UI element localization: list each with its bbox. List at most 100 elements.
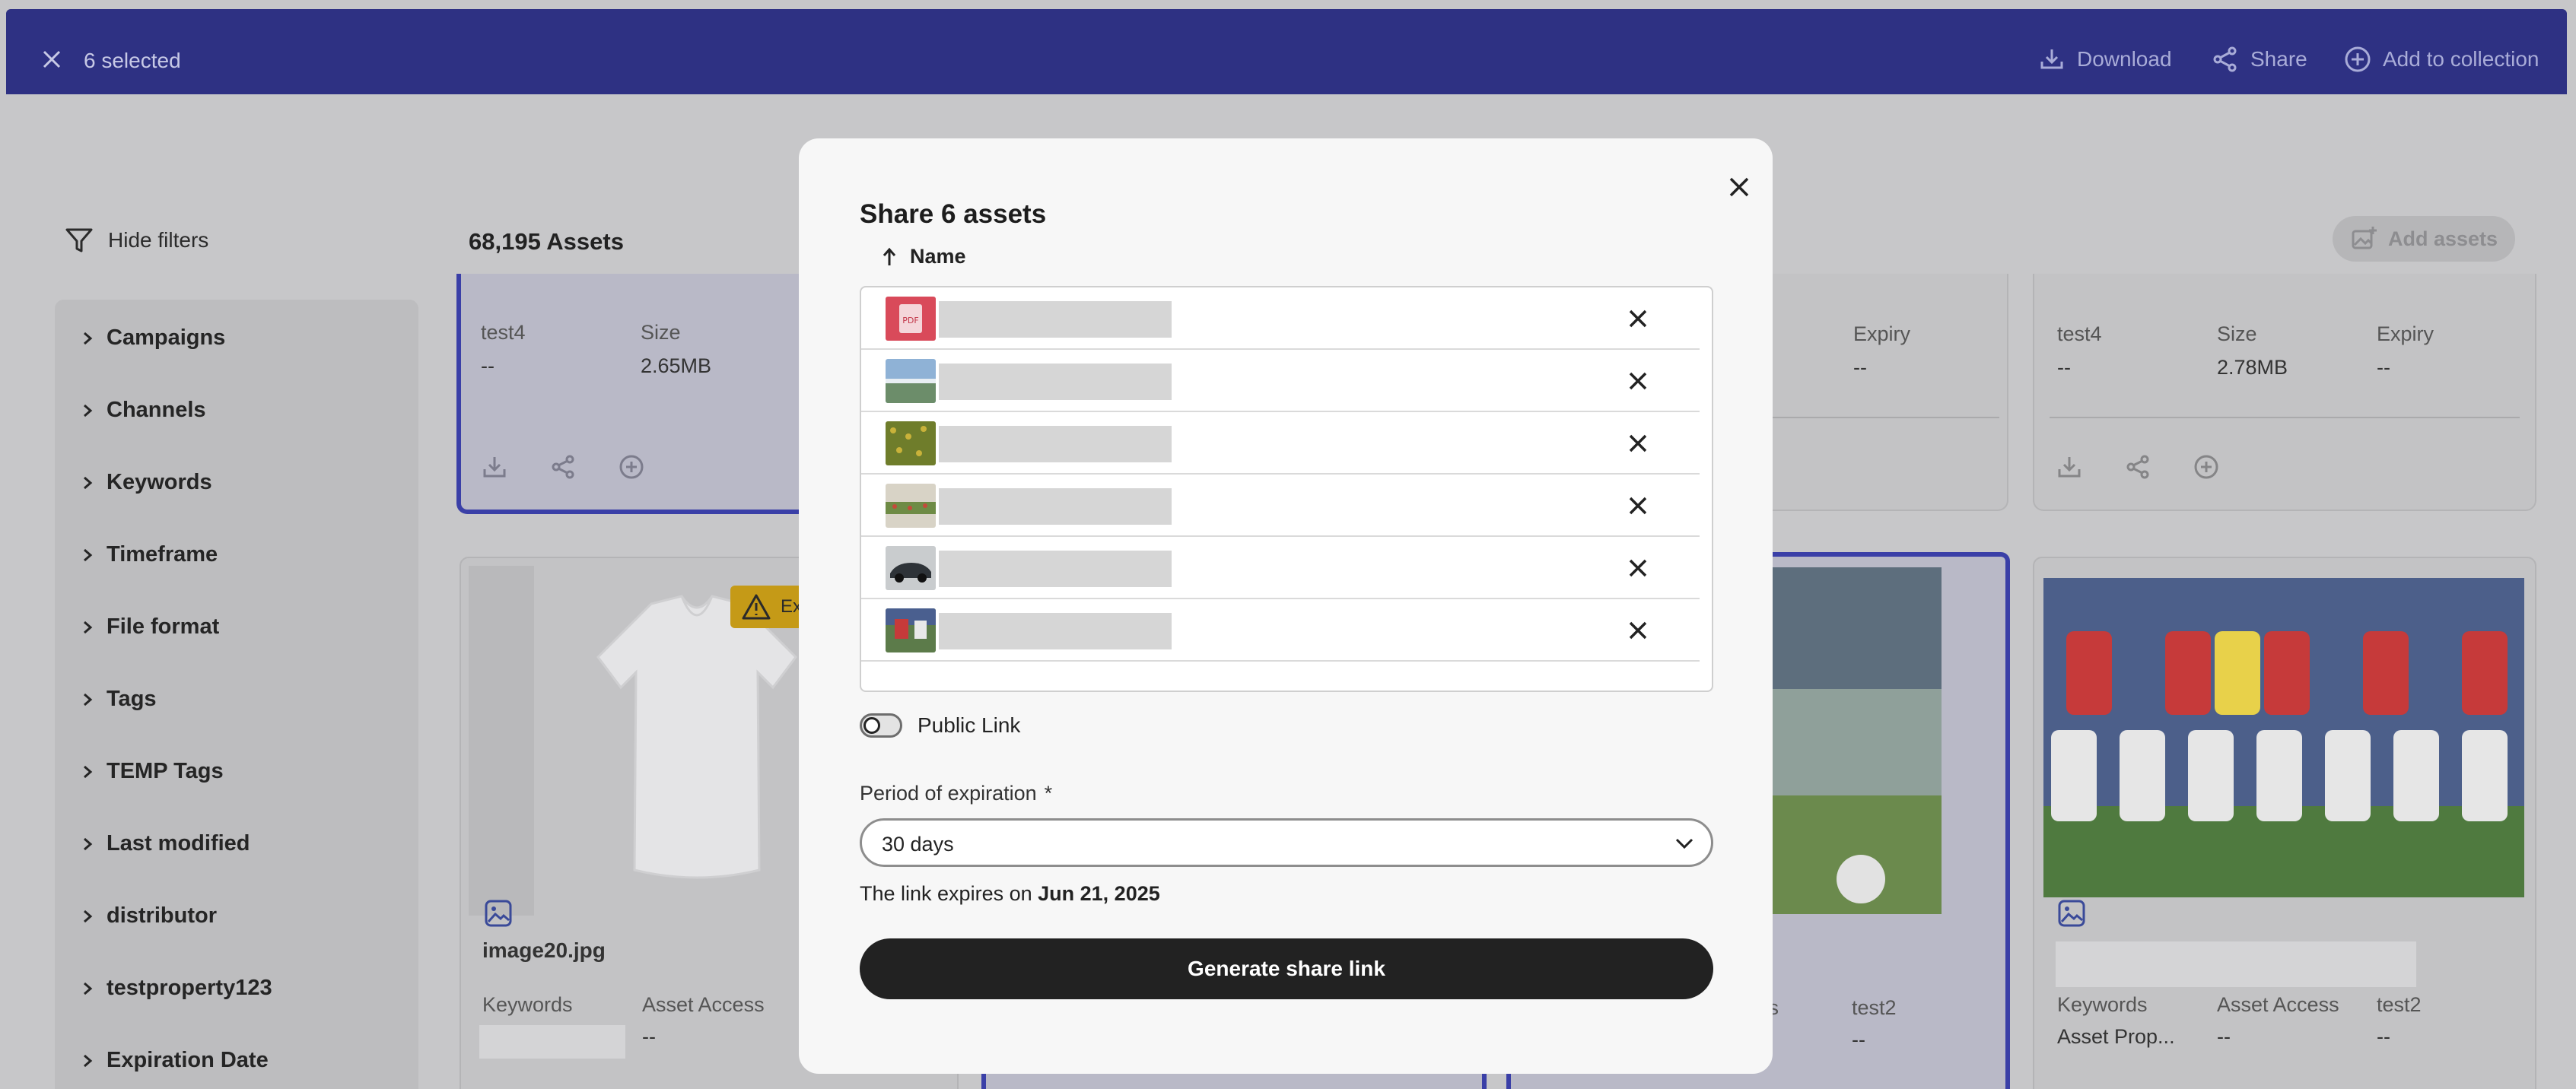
filter-expiration-date[interactable]: Expiration Date	[81, 1048, 269, 1073]
share-icon[interactable]	[549, 453, 577, 481]
image-type-icon	[485, 900, 512, 927]
generate-share-link-button[interactable]: Generate share link	[860, 938, 1713, 999]
remove-asset-button[interactable]	[1622, 490, 1654, 522]
close-icon	[1629, 310, 1647, 328]
filter-channels[interactable]: Channels	[81, 398, 206, 423]
sort-label: Name	[910, 245, 966, 268]
meta-label: Expiry	[2377, 322, 2434, 345]
chevron-right-icon	[84, 1054, 93, 1067]
sort-by-name-header[interactable]: Name	[881, 245, 966, 268]
add-image-icon	[2352, 227, 2377, 249]
meta-label: Size	[2217, 322, 2257, 345]
download-icon	[2040, 49, 2063, 69]
filter-temp-tags[interactable]: TEMP Tags	[81, 759, 224, 784]
hide-filters-label: Hide filters	[108, 228, 209, 252]
hide-filters-button[interactable]: Hide filters	[64, 225, 208, 256]
meta-value: --	[2377, 356, 2390, 379]
meta-label: Keywords	[2057, 993, 2148, 1016]
meta-label: test2	[2377, 993, 2422, 1016]
meta-label: Asset Access	[2217, 993, 2339, 1016]
add-circle-icon	[2345, 46, 2371, 72]
add-circle-icon[interactable]	[618, 453, 645, 481]
close-icon	[1729, 177, 1749, 197]
filter-campaigns[interactable]: Campaigns	[81, 325, 225, 351]
required-mark: *	[1044, 782, 1053, 805]
list-item	[861, 412, 1700, 475]
asset-card[interactable]: Keywords Asset Prop... Asset Access -- t…	[2033, 557, 2536, 1089]
remove-asset-button[interactable]	[1622, 303, 1654, 335]
filename-placeholder	[2056, 941, 2416, 987]
filter-timeframe[interactable]: Timeframe	[81, 542, 218, 567]
asset-list: PDF	[860, 286, 1713, 692]
close-icon	[1629, 497, 1647, 515]
expiration-period-select[interactable]: 30 days	[860, 818, 1713, 867]
meta-label: test4	[2057, 322, 2102, 345]
meta-label: test2	[1852, 996, 1897, 1019]
list-item	[861, 599, 1700, 662]
asset-name-placeholder	[939, 301, 1172, 338]
add-to-collection-button[interactable]: Add to collection	[2343, 44, 2539, 75]
filter-keywords[interactable]: Keywords	[81, 470, 212, 495]
remove-asset-button[interactable]	[1622, 614, 1654, 646]
close-icon	[1629, 434, 1647, 452]
garden-thumbnail	[886, 484, 936, 528]
team-photo-image	[2043, 578, 2524, 897]
filter-label: TEMP Tags	[107, 759, 224, 783]
download-button[interactable]: Download	[2037, 44, 2172, 75]
meta-value: --	[2377, 1025, 2390, 1048]
asset-name-placeholder	[939, 364, 1172, 400]
meta-label: Asset Access	[642, 993, 765, 1016]
download-icon[interactable]	[2056, 453, 2083, 481]
filter-label: distributor	[107, 903, 217, 928]
add-assets-label: Add assets	[2387, 227, 2498, 250]
meta-value: --	[642, 1025, 656, 1048]
add-circle-icon[interactable]	[2193, 453, 2220, 481]
list-item	[861, 475, 1700, 537]
remove-asset-button[interactable]	[1622, 552, 1654, 584]
share-icon	[2213, 46, 2237, 72]
expiration-field-label: Period of expiration *	[860, 782, 1052, 805]
car-thumbnail	[886, 546, 936, 590]
meta-value: --	[2057, 356, 2071, 379]
filter-icon	[65, 228, 93, 252]
filter-tags[interactable]: Tags	[81, 687, 157, 712]
filter-label: Expiration Date	[107, 1048, 269, 1072]
meta-value: Asset Prop...	[2057, 1025, 2175, 1048]
dialog-close-button[interactable]	[1716, 164, 1762, 210]
meta-label: Size	[641, 321, 681, 344]
meta-value: --	[1852, 1028, 1865, 1051]
add-assets-button[interactable]: Add assets	[2333, 216, 2515, 262]
filter-testproperty123[interactable]: testproperty123	[81, 976, 272, 1001]
asset-card[interactable]: test4 -- Size 2.78MB Expiry --	[2033, 274, 2536, 511]
share-icon[interactable]	[2124, 453, 2151, 481]
select-value: 30 days	[882, 833, 954, 856]
list-item	[861, 350, 1700, 412]
tshirt-image	[596, 595, 797, 879]
filter-label: testproperty123	[107, 976, 272, 1000]
share-button[interactable]: Share	[2211, 44, 2307, 75]
close-icon	[1629, 372, 1647, 390]
share-dialog: Share 6 assets Name PDF Public Link Peri…	[799, 138, 1773, 1074]
pdf-thumbnail: PDF	[886, 297, 936, 341]
filter-distributor[interactable]: distributor	[81, 903, 217, 929]
asset-name-placeholder	[939, 613, 1172, 649]
remove-asset-button[interactable]	[1622, 365, 1654, 397]
remove-asset-button[interactable]	[1622, 427, 1654, 459]
close-icon[interactable]	[40, 47, 64, 71]
download-icon[interactable]	[481, 453, 508, 481]
meta-label: Keywords	[482, 993, 573, 1016]
public-link-toggle[interactable]	[860, 713, 902, 738]
landscape-thumbnail	[886, 359, 936, 403]
selected-count: 6 selected	[84, 49, 181, 72]
filter-last-modified[interactable]: Last modified	[81, 831, 250, 856]
chevron-right-icon	[84, 693, 93, 706]
meta-value: 2.65MB	[641, 354, 712, 377]
list-item: PDF	[861, 287, 1700, 350]
filters-sidebar: Campaigns Channels Keywords Timeframe Fi…	[55, 300, 418, 1089]
meta-label: Expiry	[1853, 322, 1911, 345]
share-label: Share	[2250, 47, 2307, 71]
svg-text:PDF: PDF	[902, 316, 918, 325]
asset-name-placeholder	[939, 488, 1172, 525]
dialog-title: Share 6 assets	[860, 199, 1047, 229]
filter-file-format[interactable]: File format	[81, 614, 219, 640]
